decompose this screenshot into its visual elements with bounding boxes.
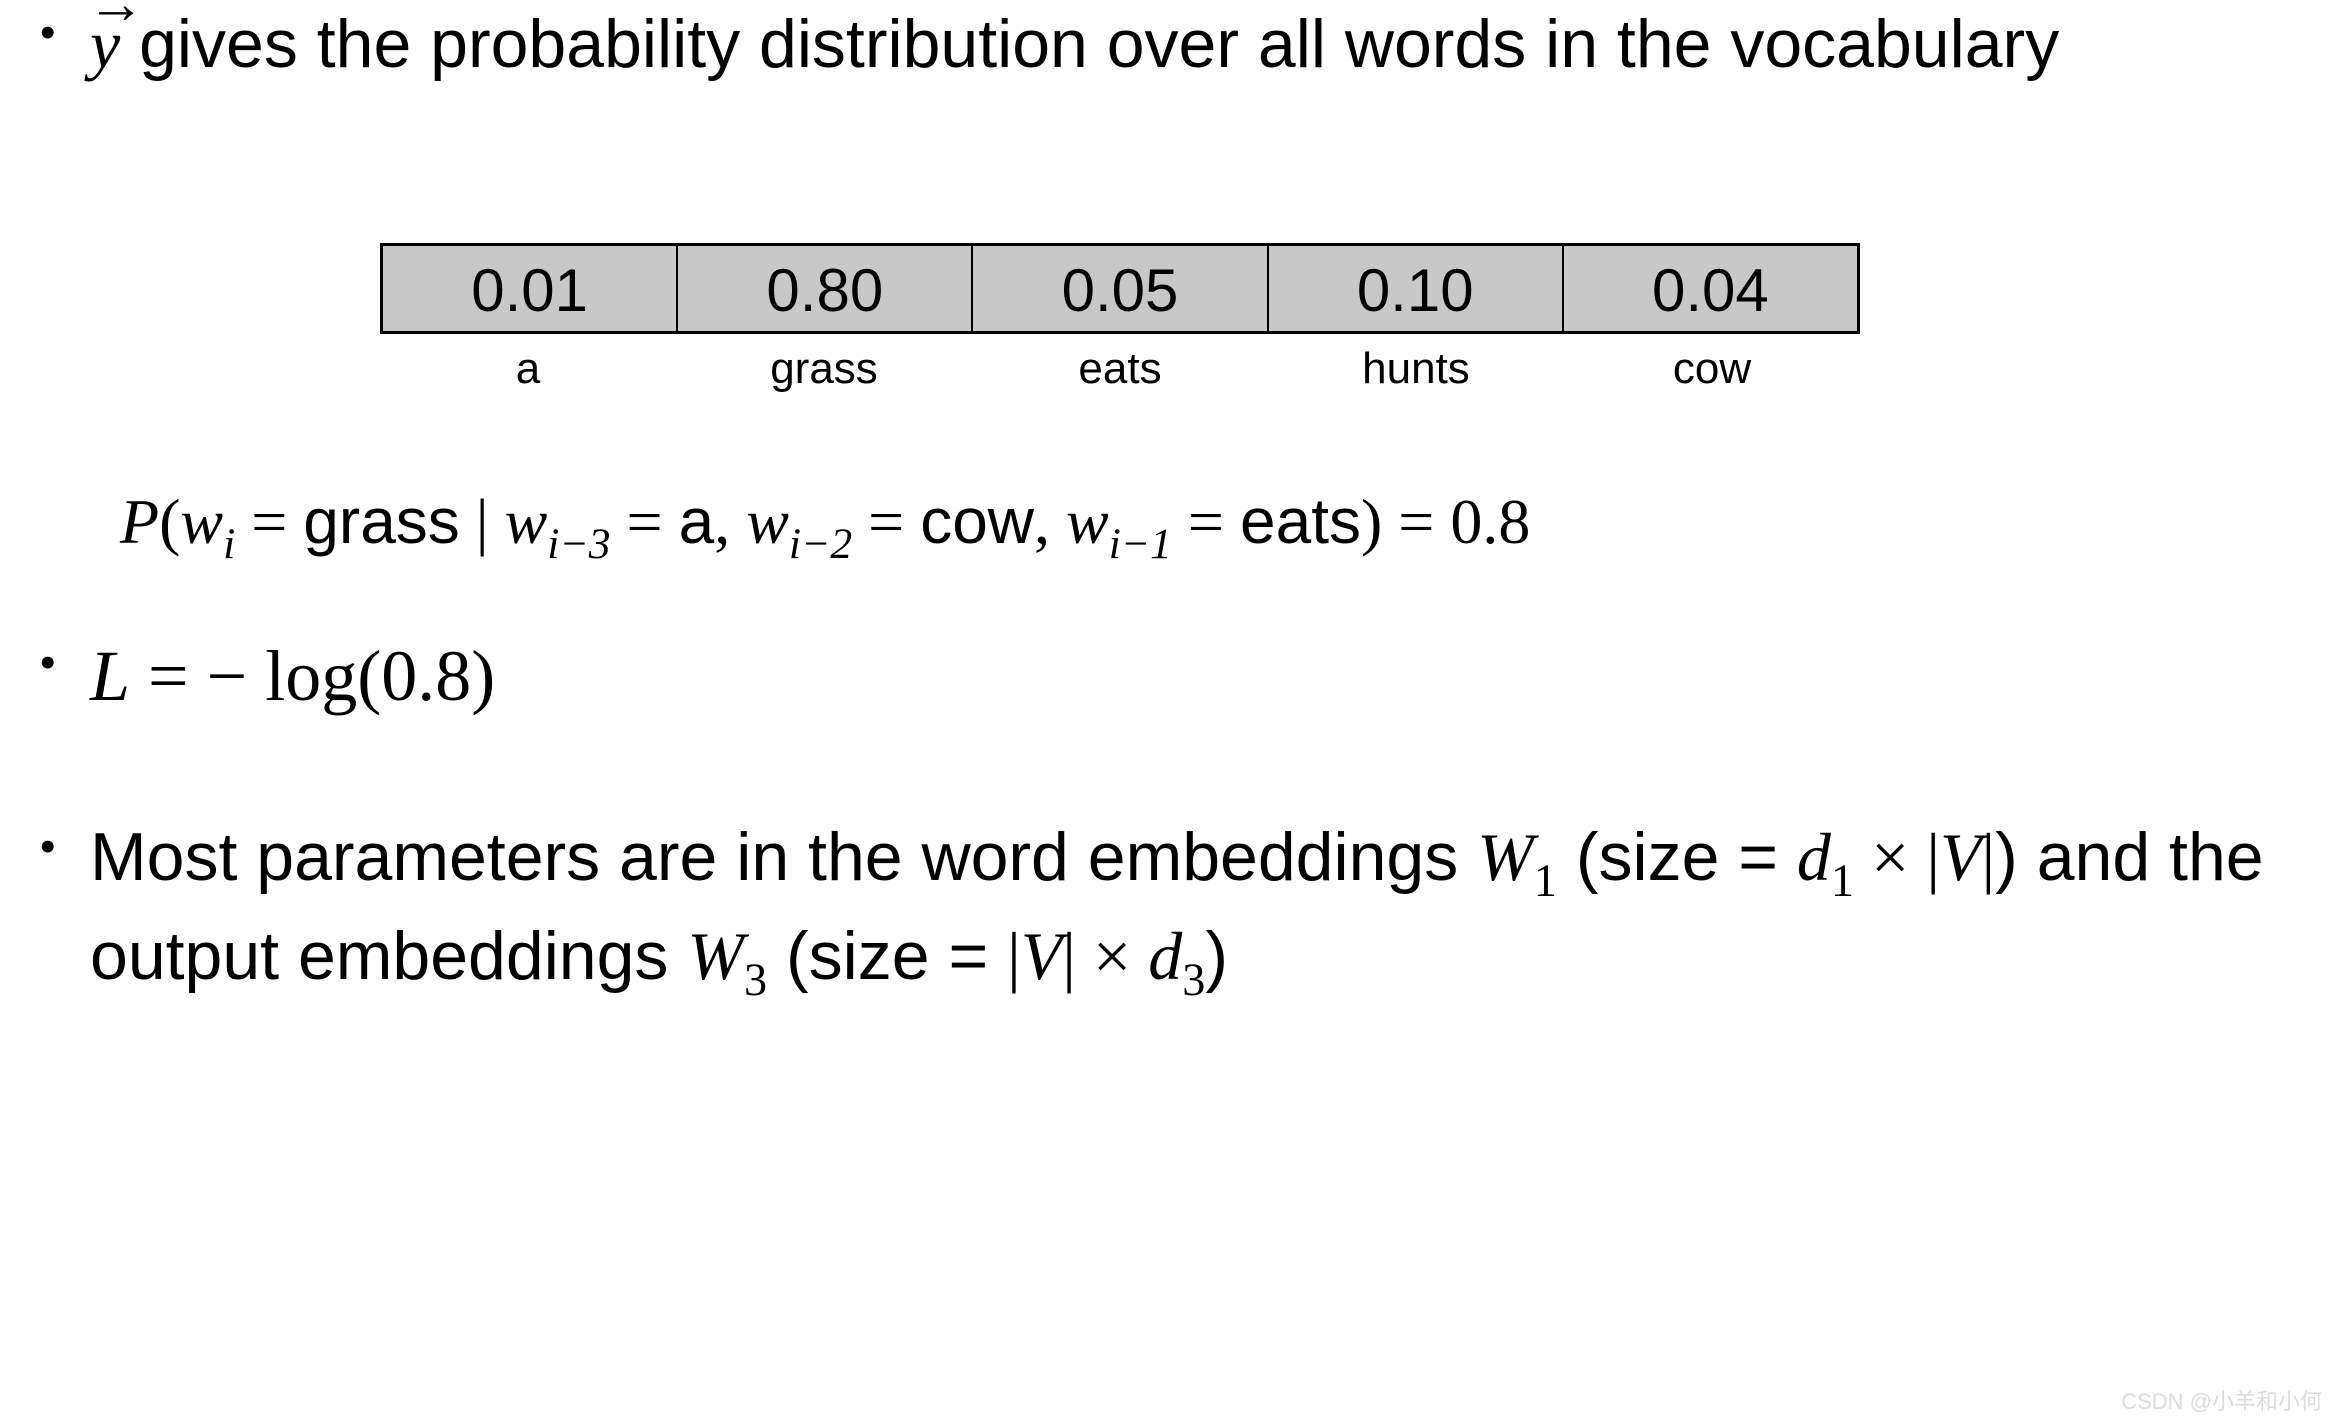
bar-open: |: [1926, 819, 1940, 895]
P-symbol: P: [120, 486, 159, 557]
params-text4: (size =: [767, 918, 1007, 994]
bar-open2: |: [1007, 918, 1021, 994]
sub-3b: 3: [1182, 956, 1205, 1007]
eq-val: = 0.8: [1382, 486, 1530, 557]
bullet1-text: gives the probability distribution over …: [139, 6, 2059, 82]
times2: ×: [1076, 918, 1148, 994]
bar-close: |: [1982, 819, 1996, 895]
sub-i: i: [223, 521, 235, 569]
times1: ×: [1854, 819, 1926, 895]
eq4: =: [1172, 486, 1240, 557]
open-paren: (: [159, 486, 180, 557]
loss-expr: = − log(0.8): [130, 636, 495, 716]
bullet-y-distribution: → y gives the probability distribution o…: [0, 0, 2340, 88]
w-symbol: w: [505, 486, 548, 557]
dist-label: eats: [972, 344, 1268, 394]
dist-label: a: [380, 344, 676, 394]
w-symbol: w: [180, 486, 223, 557]
sub-i1: i−1: [1109, 521, 1172, 569]
V-symbol: V: [1940, 819, 1982, 895]
L-symbol: L: [90, 636, 130, 716]
sub-1b: 1: [1831, 856, 1854, 907]
eq1: =: [235, 486, 303, 557]
distribution-table: 0.01 0.80 0.05 0.10 0.04 a grass eats hu…: [380, 243, 1860, 394]
dist-cell: 0.10: [1269, 246, 1564, 331]
dist-label: cow: [1564, 344, 1860, 394]
arrow-icon: →: [87, 0, 139, 42]
w-symbol: w: [746, 486, 789, 557]
distribution-values-row: 0.01 0.80 0.05 0.10 0.04: [380, 243, 1860, 334]
watermark: CSDN @小羊和小何: [2121, 1384, 2322, 1416]
V-symbol2: V: [1021, 918, 1063, 994]
sub-1: 1: [1534, 856, 1557, 907]
d-symbol: d: [1797, 819, 1831, 895]
sub-i2: i−2: [789, 521, 852, 569]
word-eats: eats: [1240, 485, 1361, 557]
close-paren: ): [1361, 486, 1382, 557]
bar-close2: |: [1062, 918, 1076, 994]
dist-cell: 0.05: [973, 246, 1268, 331]
W-symbol: W: [1477, 819, 1534, 895]
dist-cell: 0.80: [678, 246, 973, 331]
dist-cell: 0.01: [383, 246, 678, 331]
comma2: ,: [1034, 486, 1066, 557]
w-symbol: w: [1066, 486, 1109, 557]
eq2: =: [611, 486, 679, 557]
eq3: =: [852, 486, 920, 557]
params-text5: ): [1205, 918, 1228, 994]
bullet-loss: L = − log(0.8): [0, 630, 2340, 724]
sub-3: 3: [744, 956, 767, 1007]
dist-label: grass: [676, 344, 972, 394]
y-vector-symbol: → y: [90, 0, 120, 88]
comma1: ,: [714, 486, 746, 557]
params-text2: (size =: [1557, 819, 1797, 895]
params-text1: Most parameters are in the word embeddin…: [90, 819, 1477, 895]
probability-equation: P(wi = grass | wi−3 = a, wi−2 = cow, wi−…: [120, 484, 2340, 569]
dist-label: hunts: [1268, 344, 1564, 394]
distribution-labels-row: a grass eats hunts cow: [380, 344, 1860, 394]
sub-i3: i−3: [547, 521, 610, 569]
bullet-parameters: Most parameters are in the word embeddin…: [0, 813, 2340, 1012]
word-a: a: [679, 485, 715, 557]
d-symbol2: d: [1148, 918, 1182, 994]
W-symbol2: W: [687, 918, 744, 994]
bar: |: [460, 486, 505, 557]
dist-cell: 0.04: [1564, 246, 1857, 331]
word-cow: cow: [920, 485, 1034, 557]
word-grass: grass: [303, 485, 460, 557]
